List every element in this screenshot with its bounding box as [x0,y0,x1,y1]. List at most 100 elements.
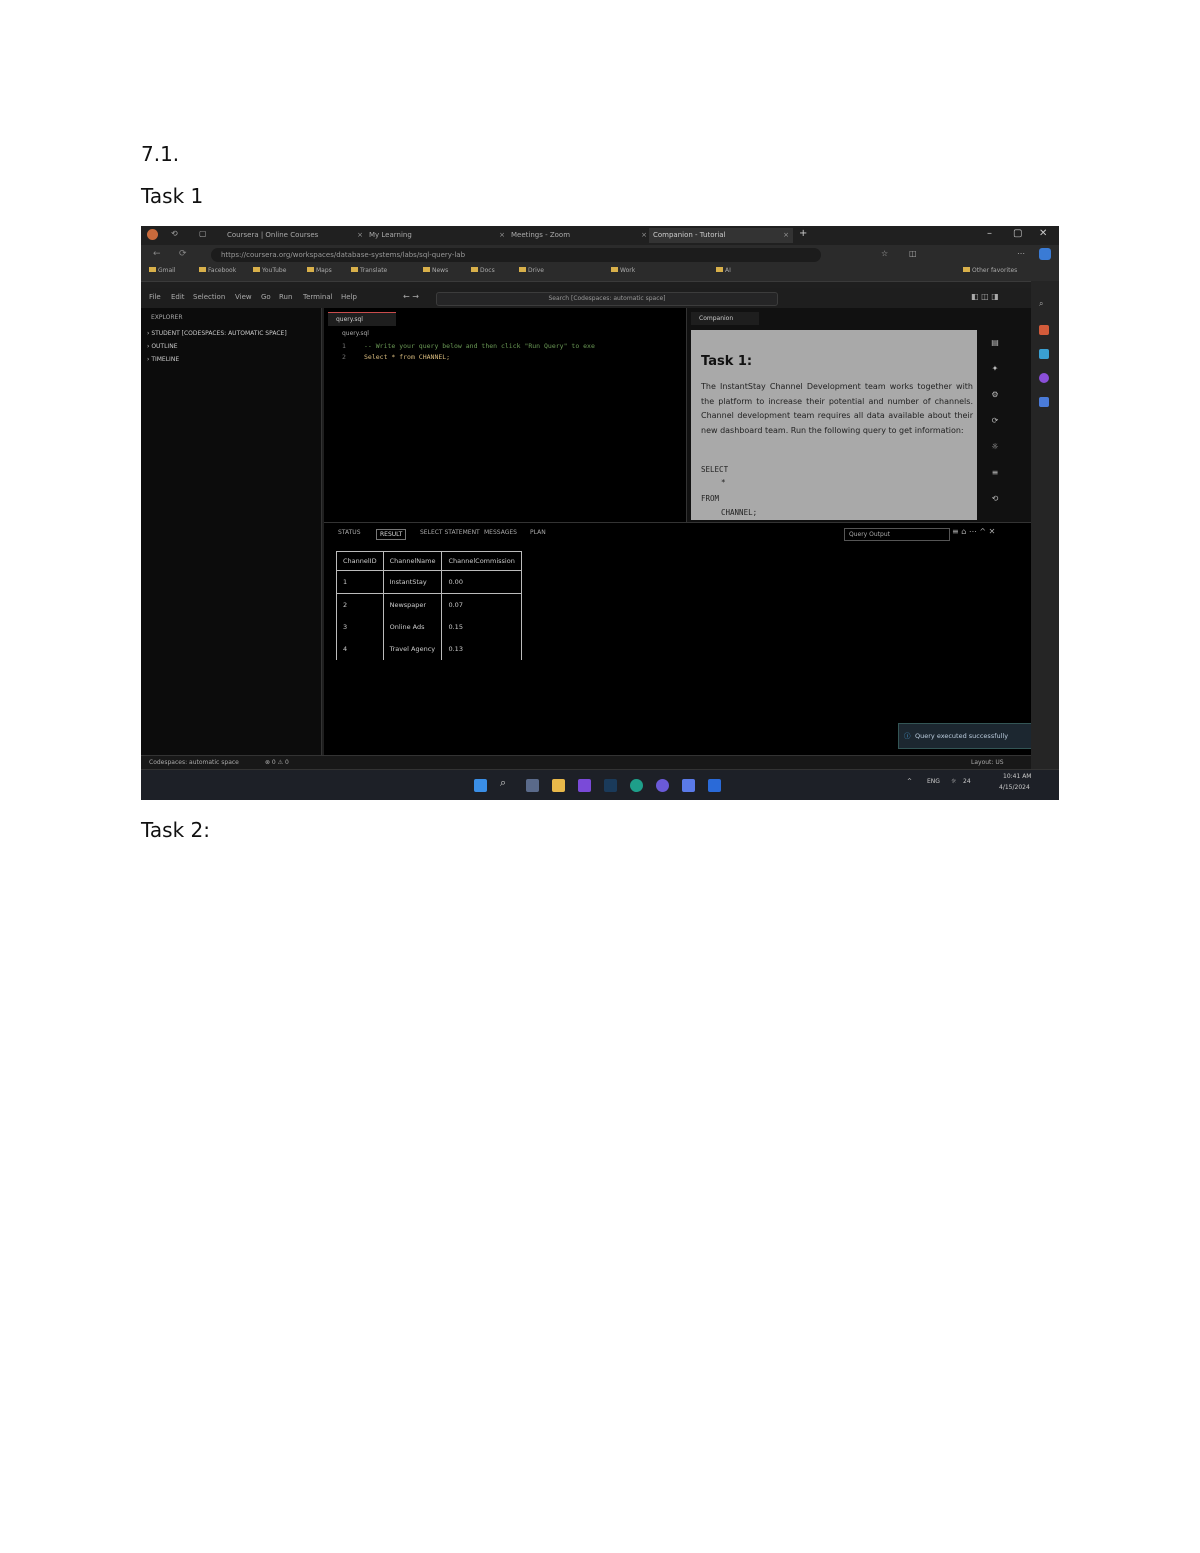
tab-select-statement[interactable]: SELECT STATEMENT [420,529,480,536]
split-icon[interactable]: ◫ [909,249,917,258]
problems-icon[interactable]: ⊗ 0 ⚠ 0 [265,759,289,766]
bookmark-item[interactable]: Work [611,267,635,274]
pin-icon[interactable]: ✦ [987,364,1003,390]
editor-tab[interactable]: query.sql [328,312,396,326]
tabs-icon[interactable]: ▢ [199,229,207,238]
menu-item[interactable]: Go [261,293,271,301]
code-editor[interactable]: query.sql query.sql 1 -- Write your quer… [324,308,689,522]
command-search-input[interactable]: Search [Codespaces: automatic space] [436,292,778,306]
clock-time[interactable]: 10:41 AM [1003,773,1031,780]
page-icon[interactable]: ▤ [987,338,1003,364]
minimize-icon[interactable]: – [987,228,992,239]
browser-tab[interactable]: Coursera | Online Courses × [223,228,367,243]
browser-tab[interactable]: My Learning × [365,228,509,243]
results-table: ChannelID ChannelName ChannelCommission … [336,551,522,660]
menu-item[interactable]: File [149,293,161,301]
menu-item[interactable]: Terminal [303,293,333,301]
layout-icon[interactable]: ◧ ◫ ◨ [971,292,999,301]
tools-icon[interactable] [1039,349,1049,359]
window-close-icon[interactable]: ✕ [1039,228,1047,239]
language-indicator[interactable]: ENG [927,778,940,785]
gear-icon[interactable]: ⚙ [987,390,1003,416]
column-header[interactable]: ChannelName [382,551,443,571]
table-row[interactable]: 4 Travel Agency 0.13 [336,638,522,660]
list-icon[interactable]: ≡ [987,468,1003,494]
clock-date[interactable]: 4/15/2024 [999,784,1030,791]
tab-result[interactable]: RESULT [376,529,407,540]
more-icon[interactable]: ⋯ [1017,249,1025,258]
bookmark-item[interactable]: Facebook [199,267,236,274]
column-header[interactable]: ChannelID [336,551,384,571]
output-select[interactable]: Query Output [844,528,950,541]
sql-line: * [721,478,726,487]
bookmark-item[interactable]: Maps [307,267,332,274]
companion-tab[interactable]: Companion [691,312,759,325]
new-tab-icon[interactable]: + [799,228,807,239]
start-icon[interactable] [474,779,487,792]
refresh-icon[interactable]: ⟳ [987,416,1003,442]
table-row[interactable]: 2 Newspaper 0.07 [336,593,522,616]
bookmark-item[interactable]: Gmail [149,267,176,274]
menu-item[interactable]: View [235,293,252,301]
tab-title: Companion - Tutorial [653,231,726,239]
tab-messages[interactable]: MESSAGES [484,529,517,536]
table-row[interactable]: 1 InstantStay 0.00 [336,570,522,594]
sun-icon[interactable]: ☼ [987,442,1003,468]
tray-chevron-icon[interactable]: ^ [907,778,912,785]
back-icon[interactable]: ← [153,249,161,259]
weather-icon[interactable]: ☼ [951,778,956,785]
nav-arrows-icon[interactable]: ← → [403,292,419,301]
tab-status[interactable]: STATUS [338,529,361,536]
refresh-icon[interactable]: ⟳ [179,249,187,259]
bookmark-item[interactable]: YouTube [253,267,286,274]
close-icon[interactable]: × [783,228,789,243]
maximize-icon[interactable]: ▢ [1013,228,1022,239]
onenote-icon[interactable] [578,779,591,792]
tab-plan[interactable]: PLAN [530,529,546,536]
menu-item[interactable]: Help [341,293,357,301]
close-icon[interactable]: × [499,228,505,243]
profile-icon[interactable] [147,229,158,240]
bookmark-item[interactable]: Translate [351,267,387,274]
table-row[interactable]: 3 Online Ads 0.15 [336,616,522,638]
sidebar-item-workspace[interactable]: › STUDENT [CODESPACES: AUTOMATIC SPACE] [147,330,287,337]
browser-tab-active[interactable]: Companion - Tutorial × [649,228,793,243]
outlook-icon[interactable] [1039,397,1049,407]
bookmark-item[interactable]: Drive [519,267,544,274]
copilot-icon[interactable] [1039,248,1051,260]
bookmark-item[interactable]: Other favorites [963,267,1017,274]
url-input[interactable]: https://coursera.org/workspaces/database… [211,248,821,262]
temperature: 24 [963,778,971,785]
tab-title: Meetings - Zoom [511,231,571,239]
table-cell: 0.13 [441,638,522,660]
search-icon[interactable]: ⌕ [1039,299,1043,309]
bookmark-item[interactable]: News [423,267,448,274]
close-icon[interactable]: × [357,228,363,243]
file-explorer-icon[interactable] [552,779,565,792]
menu-item[interactable]: Edit [171,293,185,301]
favorites-icon[interactable]: ☆ [881,249,888,258]
bookmark-item[interactable]: AI [716,267,731,274]
steam-icon[interactable] [604,779,617,792]
sidebar-item-outline[interactable]: › OUTLINE [147,343,177,350]
keyboard-layout[interactable]: Layout: US [971,759,1004,766]
vscode-icon[interactable] [708,779,721,792]
panel-actions-icon[interactable]: ≡ ⌂ ⋯ ^ ✕ [952,527,995,536]
task-view-icon[interactable] [526,779,539,792]
bookmark-item[interactable]: Docs [471,267,495,274]
menu-item[interactable]: Run [279,293,292,301]
sidebar-item-timeline[interactable]: › TIMELINE [147,356,179,363]
history-icon[interactable]: ⟲ [987,494,1003,520]
column-header[interactable]: ChannelCommission [441,551,522,571]
menu-item[interactable]: Selection [193,293,225,301]
shopping-icon[interactable] [1039,325,1049,335]
discord-icon[interactable] [682,779,695,792]
search-icon[interactable]: ⌕ [500,776,513,789]
close-icon[interactable]: × [641,228,647,243]
games-icon[interactable] [1039,373,1049,383]
messenger-icon[interactable] [656,779,669,792]
history-icon[interactable]: ⟲ [171,229,178,238]
browser-tab[interactable]: Meetings - Zoom × [507,228,651,243]
edge-icon[interactable] [630,779,643,792]
remote-indicator[interactable]: Codespaces: automatic space [149,759,239,766]
